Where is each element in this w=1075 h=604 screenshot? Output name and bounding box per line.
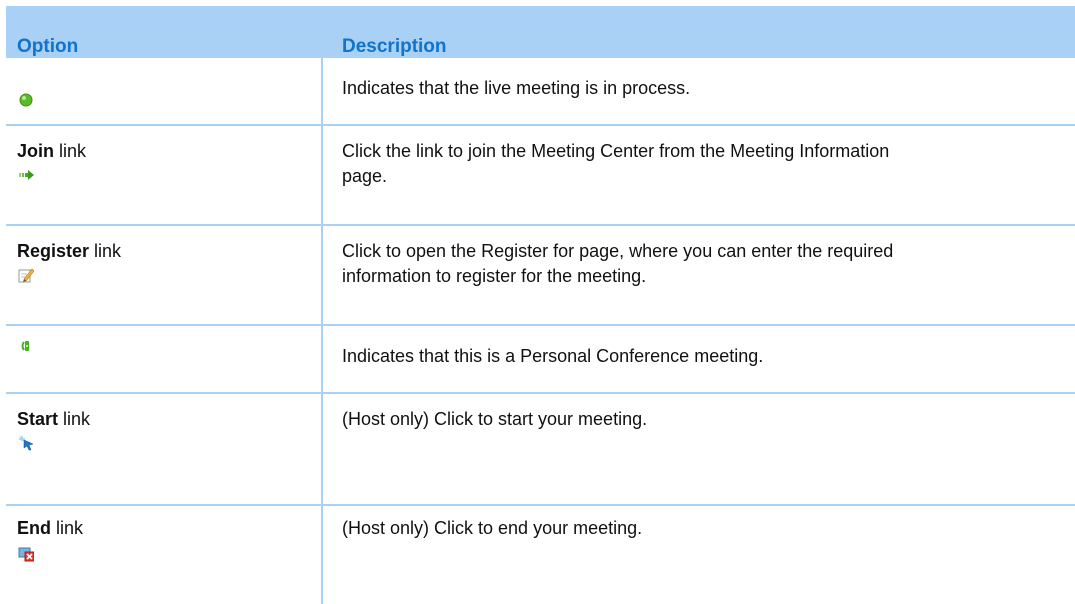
end-close-icon[interactable] — [18, 546, 34, 562]
register-link[interactable]: Register — [17, 241, 89, 261]
row-option: Start link — [17, 409, 91, 429]
row-description: Click to open the Register for page, whe… — [342, 241, 894, 286]
column-divider — [321, 58, 323, 124]
column-divider — [321, 226, 323, 324]
column-divider — [321, 326, 323, 392]
start-link[interactable]: Start — [17, 409, 58, 429]
start-sparkle-icon[interactable] — [18, 435, 34, 451]
table-row: Indicates that the live meeting is in pr… — [6, 58, 1075, 126]
row-option: End link — [17, 518, 84, 538]
row-description: Indicates that this is a Personal Confer… — [342, 346, 764, 366]
join-link[interactable]: Join — [17, 141, 54, 161]
column-divider — [321, 126, 323, 224]
end-link[interactable]: End — [17, 518, 51, 538]
table-header: Option Description — [6, 6, 1075, 58]
row-description: (Host only) Click to start your meeting. — [342, 409, 648, 429]
column-divider — [321, 394, 323, 504]
option-column-header: Option — [17, 36, 79, 57]
row-description: Indicates that the live meeting is in pr… — [342, 78, 691, 98]
options-table: Option Description Indicates that the li… — [6, 6, 1075, 604]
register-pencil-icon[interactable] — [18, 267, 34, 283]
row-option: Register link — [17, 241, 122, 261]
table-row: Join link Click the link to join the Mee… — [6, 126, 1075, 226]
row-option: Join link — [17, 141, 87, 161]
table-row: Start link (Host only) Click to start yo… — [6, 394, 1075, 506]
column-divider — [321, 506, 323, 604]
table-row: Register link Click to open the Register… — [6, 226, 1075, 326]
join-arrow-icon[interactable] — [18, 167, 36, 183]
table-row: Indicates that this is a Personal Confer… — [6, 326, 1075, 394]
description-column-header: Description — [342, 36, 447, 57]
table-row: End link (Host only) Click to end your m… — [6, 506, 1075, 604]
personal-conference-phone-icon — [21, 341, 29, 351]
green-circle-icon — [19, 93, 33, 107]
row-description: Click the link to join the Meeting Cente… — [342, 141, 890, 186]
row-description: (Host only) Click to end your meeting. — [342, 518, 643, 538]
